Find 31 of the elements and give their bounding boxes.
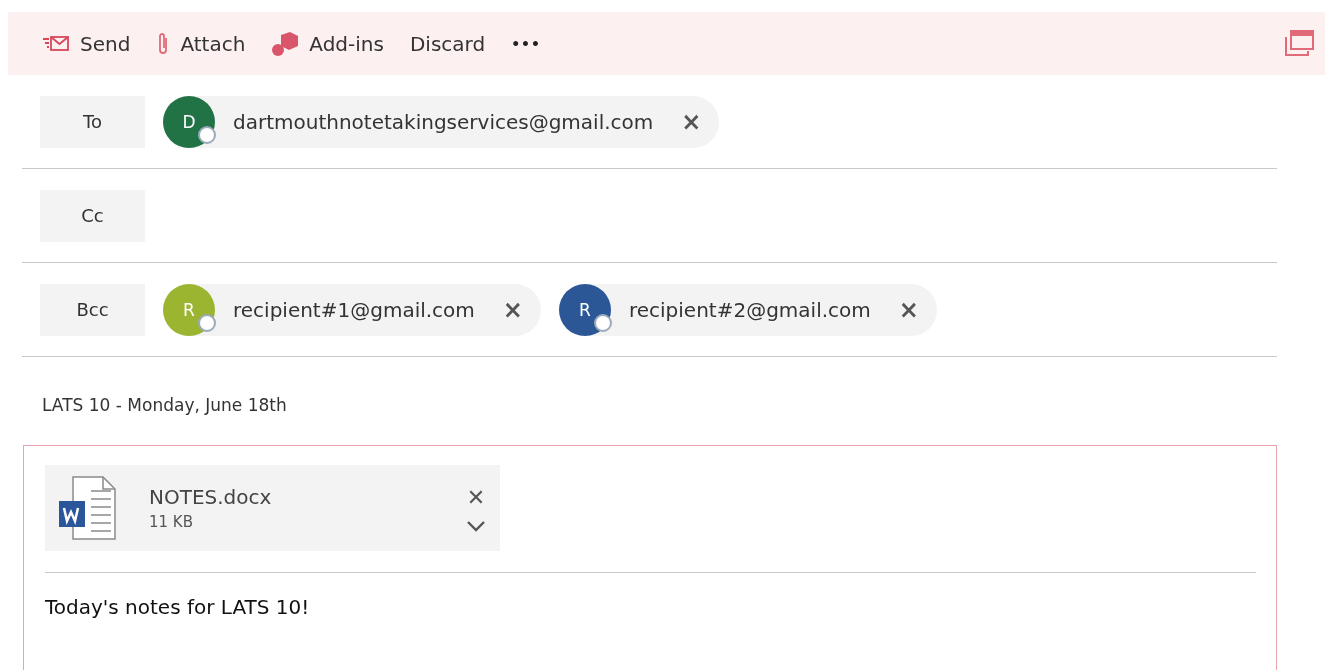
field-label-button[interactable]: To	[40, 95, 145, 148]
body-text: Today's notes for LATS 10!	[45, 595, 311, 619]
envelope-icon	[42, 34, 70, 53]
toolbar-button[interactable]: Attach	[154, 26, 248, 61]
remove-button[interactable]: ×	[502, 295, 523, 324]
toolbar-button[interactable]: Send	[40, 27, 133, 60]
field-label-button[interactable]: Bcc	[40, 283, 145, 336]
toolbar-button[interactable]: Discard	[407, 27, 488, 60]
recipient-address: dartmouthnotetakingservices@gmail.com	[233, 109, 654, 134]
recipient-address: recipient#1@gmail.com	[233, 297, 475, 322]
message-body[interactable]: NOTES.docx 11 KB ✕ Today's notes for LATS 10!	[23, 445, 1277, 670]
attachment-name: NOTES.docx	[149, 485, 273, 509]
attachment-size: 11 KB	[149, 513, 194, 531]
avatar: R	[163, 283, 215, 336]
avatar: R	[558, 283, 611, 336]
avatar: D	[163, 95, 215, 148]
recipient-chip[interactable]: D dartmouthnotetakingservices@gmail.com ×	[163, 95, 720, 148]
remove-attachment-button[interactable]: ✕	[466, 484, 486, 510]
recipient-chip[interactable]: R recipient#2@gmail.com ×	[558, 283, 937, 336]
cube-icon	[271, 30, 300, 57]
word-document-icon	[57, 475, 119, 541]
recipient-address: recipient#2@gmail.com	[628, 297, 871, 322]
remove-button[interactable]: ×	[681, 107, 702, 136]
toolbar-button[interactable]: Add-ins	[269, 26, 386, 61]
attachment-card[interactable]: NOTES.docx 11 KB ✕	[45, 465, 500, 551]
chevron-down-icon[interactable]	[466, 519, 486, 532]
field-label-button[interactable]: Cc	[40, 189, 145, 242]
more-button[interactable]: •••	[509, 31, 543, 56]
subject-field[interactable]: LATS 10 - Monday, June 18th	[42, 395, 1325, 415]
remove-button[interactable]: ×	[898, 295, 919, 324]
recipient-chip[interactable]: R recipient#1@gmail.com ×	[163, 283, 541, 336]
